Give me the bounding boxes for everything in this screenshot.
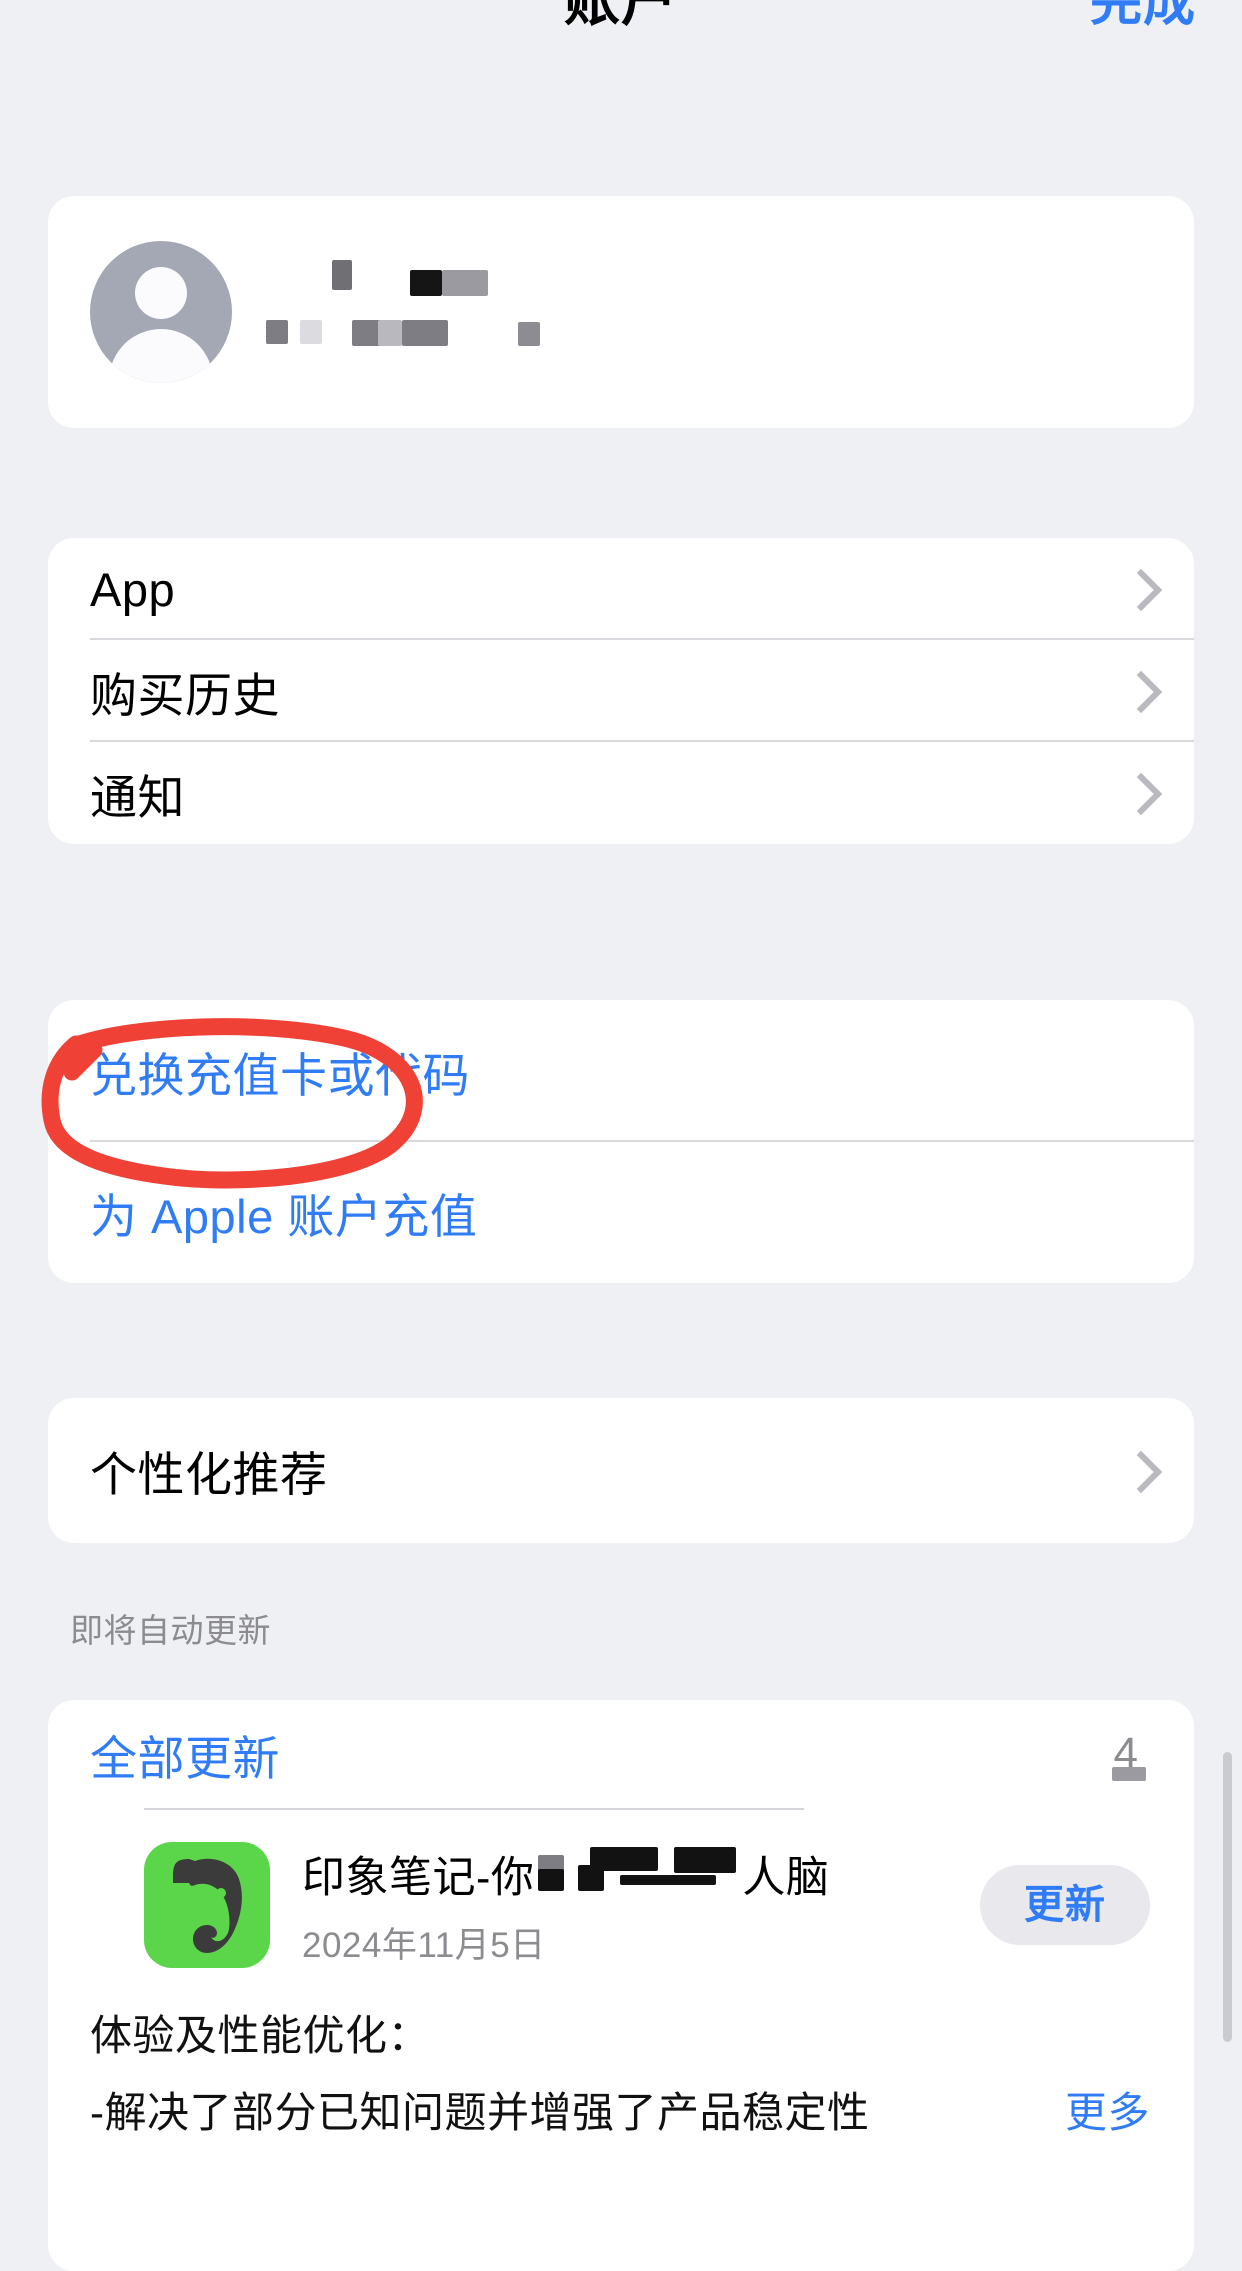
auto-update-section-header: 即将自动更新 [70,1612,271,1649]
account-card[interactable] [48,196,1194,428]
update-all-row[interactable]: 全部更新 4 [48,1700,1194,1808]
app-update-date: 2024年11月5日 [302,1925,546,1965]
account-name-redacted [266,252,826,372]
redaction-block [620,1874,717,1885]
add-funds-button[interactable]: 为 Apple 账户充值 [48,1142,1194,1282]
menu-item-label: 购买历史 [90,668,280,722]
release-notes-title: 体验及性能优化： [90,2012,431,2059]
redeem-card: 兑换充值卡或代码 为 Apple 账户充值 [48,1000,1194,1283]
updates-card: 全部更新 4 印象笔记-你 人脑 2024年11月5日 更新 体验及性能优化： … [48,1700,1194,2271]
redaction-block [266,320,288,344]
update-all-label: 全部更新 [90,1731,280,1785]
menu-item-app[interactable]: App [48,538,1194,640]
menu-item-label: 通知 [90,770,185,824]
redaction-block [442,270,488,296]
chevron-right-icon [1124,773,1146,813]
redaction-block [332,260,352,290]
redaction-block [1111,1767,1146,1781]
redeem-gift-card-button[interactable]: 兑换充值卡或代码 [48,1000,1194,1142]
done-button[interactable]: 完成 [1090,0,1196,35]
app-name-prefix: 印象笔记-你 [302,1853,535,1902]
page-title: 账户 [564,0,678,32]
redaction-block [518,322,540,346]
menu-item-label: 个性化推荐 [90,1448,328,1501]
update-button[interactable]: 更新 [980,1865,1150,1945]
account-menu-card: App 购买历史 通知 [48,538,1194,844]
app-meta: 印象笔记-你 人脑 2024年11月5日 [302,1843,980,1968]
redaction-block [674,1846,737,1873]
more-link[interactable]: 更多 [1065,2079,1150,2140]
redeem-gift-card-label: 兑换充值卡或代码 [90,1048,470,1102]
chevron-right-icon [1124,1451,1146,1491]
chevron-right-icon [1124,671,1146,711]
pending-update-count: 4 [1111,1729,1146,1781]
app-name: 印象笔记-你 人脑 [302,1843,980,1905]
recommendations-card: 个性化推荐 [48,1398,1194,1543]
redaction-block [402,320,448,346]
scrollbar[interactable] [1223,1752,1232,2042]
evernote-elephant-icon [144,1842,270,1968]
redaction-block [538,1868,565,1891]
menu-item-notifications[interactable]: 通知 [48,742,1194,844]
redaction-block [300,320,322,344]
navigation-bar: 账户 完成 [0,0,1242,62]
redaction-block [410,270,442,296]
release-notes: 体验及性能优化： -解决了部分已知问题并增强了产品稳定性 更多 [48,1968,1194,2144]
menu-item-label: App [90,562,176,616]
person-circle-icon [90,241,232,383]
redaction-block [378,320,402,346]
redaction-block [590,1846,659,1871]
chevron-right-icon [1124,569,1146,609]
add-funds-label: 为 Apple 账户充值 [90,1189,478,1243]
app-name-suffix: 人脑 [742,1853,830,1902]
menu-item-personalized-recommendations[interactable]: 个性化推荐 [48,1398,1194,1543]
release-notes-line: -解决了部分已知问题并增强了产品稳定性 [90,2088,870,2136]
update-app-row[interactable]: 印象笔记-你 人脑 2024年11月5日 更新 [48,1808,1194,1968]
menu-item-purchase-history[interactable]: 购买历史 [48,640,1194,742]
